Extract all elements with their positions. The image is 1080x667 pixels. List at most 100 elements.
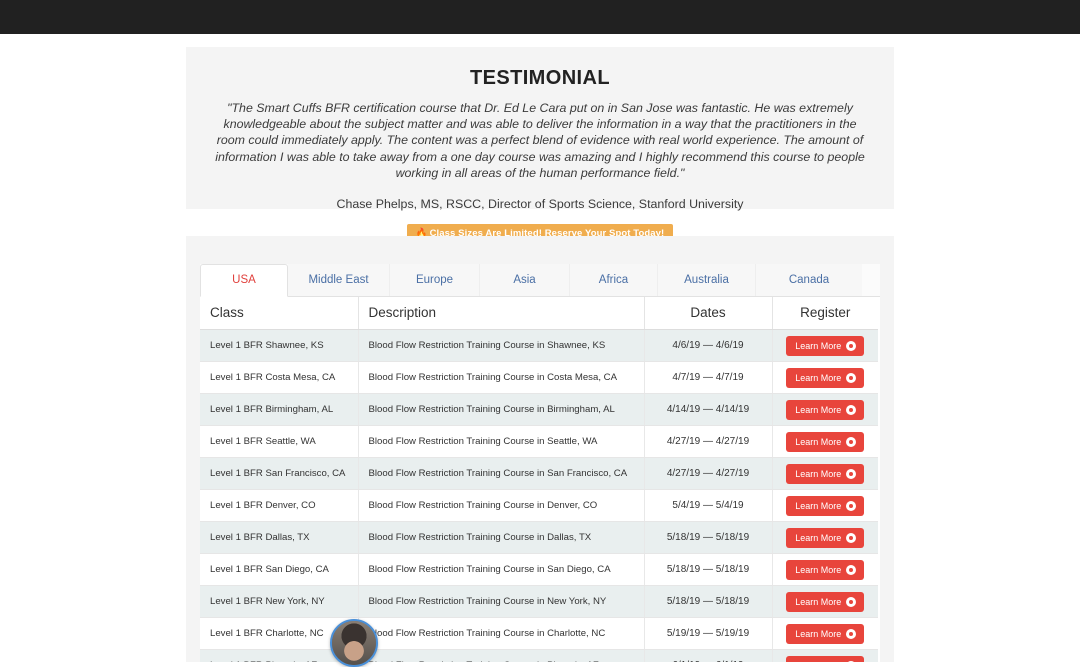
avatar	[332, 621, 376, 665]
cell-register: Learn More	[772, 425, 878, 458]
arrow-circle-icon	[846, 372, 857, 383]
arrow-circle-icon	[846, 340, 857, 351]
learn-more-label: Learn More	[795, 564, 842, 575]
tab-africa[interactable]: Africa	[570, 264, 658, 296]
learn-more-button[interactable]: Learn More	[786, 367, 865, 388]
testimonial-title: TESTIMONIAL	[470, 67, 610, 89]
arrow-circle-icon	[846, 564, 857, 575]
cell-dates: 4/27/19 — 4/27/19	[644, 457, 773, 490]
learn-more-label: Learn More	[795, 500, 842, 511]
tab-usa[interactable]: USA	[200, 264, 288, 297]
table-row: Level 1 BFR Charlotte, NC Blood Flow Res…	[200, 617, 878, 650]
arrow-circle-icon	[846, 468, 857, 479]
cell-class: Level 1 BFR Dallas, TX	[200, 521, 359, 554]
cell-register: Learn More	[772, 457, 878, 490]
cell-dates: 6/1/19 — 6/1/19	[644, 649, 773, 662]
learn-more-button[interactable]: Learn More	[786, 463, 865, 484]
cell-dates: 5/18/19 — 5/18/19	[644, 521, 773, 554]
table-row: Level 1 BFR Shawnee, KS Blood Flow Restr…	[200, 329, 878, 362]
cell-dates: 5/18/19 — 5/18/19	[644, 553, 773, 586]
learn-more-label: Learn More	[795, 532, 842, 543]
learn-more-label: Learn More	[795, 372, 842, 383]
testimonial-author: Chase Phelps, MS, RSCC, Director of Spor…	[336, 197, 744, 212]
cell-register: Learn More	[772, 553, 878, 586]
table-row: Level 1 BFR Dallas, TX Blood Flow Restri…	[200, 521, 878, 554]
cell-dates: 4/14/19 — 4/14/19	[644, 393, 773, 426]
learn-more-button[interactable]: Learn More	[786, 399, 865, 420]
cell-dates: 5/19/19 — 5/19/19	[644, 617, 773, 650]
cell-description: Blood Flow Restriction Training Course i…	[358, 617, 645, 650]
learn-more-button[interactable]: Learn More	[786, 431, 865, 452]
cell-register: Learn More	[772, 489, 878, 522]
arrow-circle-icon	[846, 596, 857, 607]
arrow-circle-icon	[846, 628, 857, 639]
cell-class: Level 1 BFR Shawnee, KS	[200, 329, 359, 362]
cell-register: Learn More	[772, 393, 878, 426]
arrow-circle-icon	[846, 404, 857, 415]
cell-description: Blood Flow Restriction Training Course i…	[358, 521, 645, 554]
cell-dates: 5/18/19 — 5/18/19	[644, 585, 773, 618]
schedule-card: USA Middle East Europe Asia Africa Austr…	[186, 236, 894, 662]
cell-class: Level 1 BFR San Diego, CA	[200, 553, 359, 586]
cell-class: Level 1 BFR Costa Mesa, CA	[200, 361, 359, 394]
cell-description: Blood Flow Restriction Training Course i…	[358, 329, 645, 362]
table-row: Level 1 BFR San Diego, CA Blood Flow Res…	[200, 553, 878, 586]
learn-more-label: Learn More	[795, 340, 842, 351]
cell-class: Level 1 BFR Seattle, WA	[200, 425, 359, 458]
cell-dates: 5/4/19 — 5/4/19	[644, 489, 773, 522]
table-row: Level 1 BFR Denver, CO Blood Flow Restri…	[200, 489, 878, 522]
learn-more-button[interactable]: Learn More	[786, 623, 865, 644]
learn-more-button[interactable]: Learn More	[786, 495, 865, 516]
tab-asia[interactable]: Asia	[480, 264, 570, 296]
cell-description: Blood Flow Restriction Training Course i…	[358, 393, 645, 426]
learn-more-button[interactable]: Learn More	[786, 655, 865, 662]
table-row: Level 1 BFR Seattle, WA Blood Flow Restr…	[200, 425, 878, 458]
cell-class: Level 1 BFR San Francisco, CA	[200, 457, 359, 490]
cell-description: Blood Flow Restriction Training Course i…	[358, 425, 645, 458]
page-content: TESTIMONIAL "The Smart Cuffs BFR certifi…	[0, 34, 1080, 667]
table-row: Level 1 BFR Birmingham, AL Blood Flow Re…	[200, 393, 878, 426]
tab-canada[interactable]: Canada	[756, 264, 862, 296]
tab-australia[interactable]: Australia	[658, 264, 756, 296]
learn-more-label: Learn More	[795, 468, 842, 479]
learn-more-label: Learn More	[795, 596, 842, 607]
table-head: Class Description Dates Register	[200, 297, 878, 330]
region-tabs: USA Middle East Europe Asia Africa Austr…	[200, 264, 880, 297]
tab-europe[interactable]: Europe	[390, 264, 480, 296]
table-row: Level 1 BFR New York, NY Blood Flow Rest…	[200, 585, 878, 618]
cell-description: Blood Flow Restriction Training Course i…	[358, 649, 645, 662]
cell-register: Learn More	[772, 361, 878, 394]
table-body: Level 1 BFR Shawnee, KS Blood Flow Restr…	[200, 329, 878, 662]
chat-widget-avatar[interactable]	[330, 619, 378, 667]
cell-dates: 4/7/19 — 4/7/19	[644, 361, 773, 394]
cell-description: Blood Flow Restriction Training Course i…	[358, 361, 645, 394]
cell-description: Blood Flow Restriction Training Course i…	[358, 553, 645, 586]
arrow-circle-icon	[846, 436, 857, 447]
cell-register: Learn More	[772, 585, 878, 618]
column-header-description: Description	[358, 297, 645, 330]
cell-register: Learn More	[772, 329, 878, 362]
learn-more-button[interactable]: Learn More	[786, 591, 865, 612]
testimonial-quote: "The Smart Cuffs BFR certification cours…	[215, 101, 865, 180]
table-row: Level 1 BFR Phoenix, AZ Blood Flow Restr…	[200, 649, 878, 662]
learn-more-button[interactable]: Learn More	[786, 335, 865, 356]
learn-more-button[interactable]: Learn More	[786, 559, 865, 580]
cell-description: Blood Flow Restriction Training Course i…	[358, 585, 645, 618]
learn-more-label: Learn More	[795, 404, 842, 415]
column-header-dates: Dates	[644, 297, 773, 330]
table-header-row: Class Description Dates Register	[200, 297, 878, 330]
cell-register: Learn More	[772, 649, 878, 662]
learn-more-label: Learn More	[795, 436, 842, 447]
course-schedule-table: Class Description Dates Register Level 1…	[200, 297, 878, 662]
learn-more-button[interactable]: Learn More	[786, 527, 865, 548]
cell-dates: 4/27/19 — 4/27/19	[644, 425, 773, 458]
column-header-class: Class	[200, 297, 359, 330]
cell-class: Level 1 BFR Denver, CO	[200, 489, 359, 522]
cell-class: Level 1 BFR New York, NY	[200, 585, 359, 618]
tab-middle-east[interactable]: Middle East	[288, 264, 390, 296]
cell-register: Learn More	[772, 617, 878, 650]
cell-description: Blood Flow Restriction Training Course i…	[358, 489, 645, 522]
column-header-register: Register	[772, 297, 878, 330]
schedule-panel: USA Middle East Europe Asia Africa Austr…	[200, 264, 880, 662]
arrow-circle-icon	[846, 500, 857, 511]
